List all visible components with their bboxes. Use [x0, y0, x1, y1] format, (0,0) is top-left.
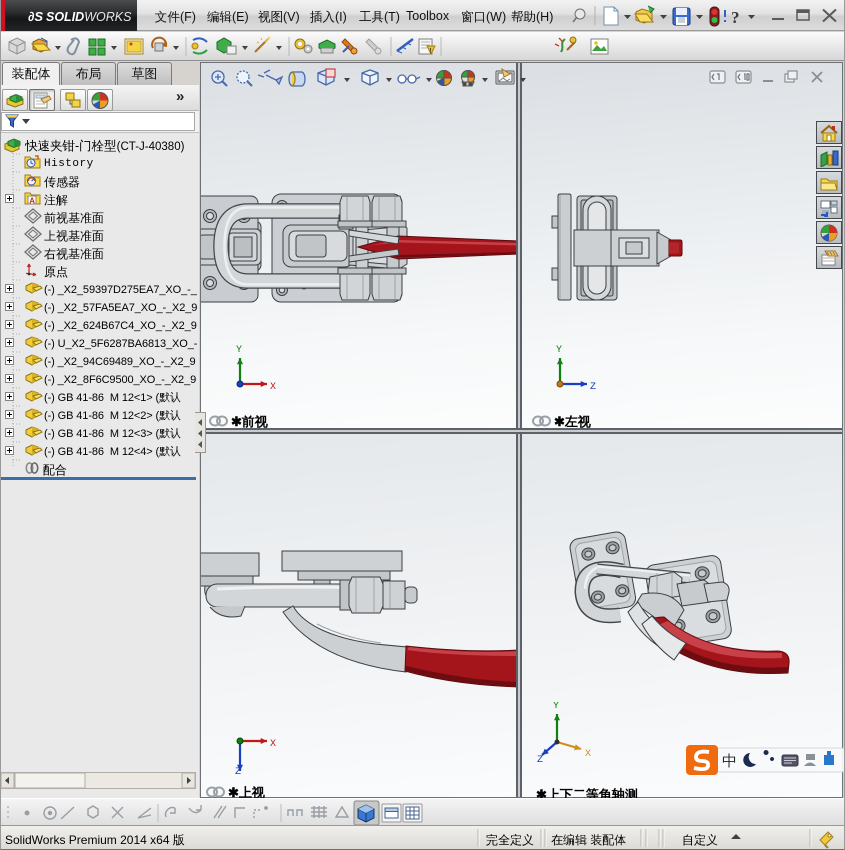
- svg-text:!: !: [430, 48, 432, 55]
- svg-text:A: A: [29, 196, 35, 205]
- svg-text:SOLIDWORKS: SOLIDWORKS: [46, 10, 132, 24]
- svg-text:中: 中: [722, 753, 737, 771]
- svg-text:Y: Y: [553, 702, 559, 712]
- svg-text:Y: Y: [556, 345, 562, 356]
- svg-text:Z: Z: [590, 382, 596, 393]
- svg-text:X: X: [270, 739, 276, 750]
- svg-text:Y: Y: [236, 345, 242, 356]
- svg-text:∂S: ∂S: [28, 9, 43, 24]
- svg-text:?: ?: [731, 8, 740, 27]
- svg-text:X: X: [585, 749, 591, 760]
- svg-text:X: X: [270, 382, 276, 393]
- svg-text:Z: Z: [235, 767, 241, 775]
- svg-text:Z: Z: [537, 755, 543, 762]
